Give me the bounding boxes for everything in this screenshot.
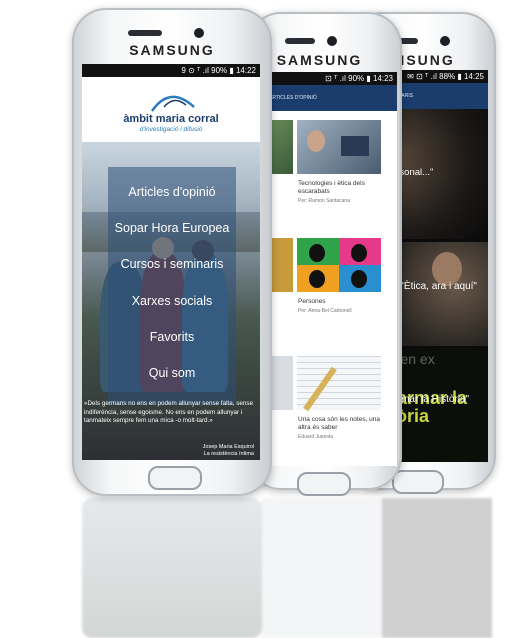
article-thumbnail: [297, 120, 381, 174]
status-bar: ⊡ ᵀ .ıl 90% ▮ 14:23: [263, 72, 397, 85]
article-author: Eduard Juanola: [298, 434, 334, 440]
menu-item-social[interactable]: Xarxes socials: [108, 294, 236, 308]
menu-item-dinner[interactable]: Sopar Hora Europea: [108, 221, 236, 235]
phone-brand: SAMSUNG: [129, 42, 215, 58]
quote-attribution: Josep Maria Esquirol La resistència ínti…: [203, 444, 254, 458]
quote-source: La resistència íntima: [203, 451, 254, 457]
article-thumbnail: [297, 238, 381, 292]
menu-item-about[interactable]: Qui som: [108, 366, 236, 380]
article-author: Per: Anna-Bel Carbonell: [298, 308, 352, 314]
front-camera: [440, 36, 450, 46]
article-title: Tecnologies i ètica dels escarabats: [298, 180, 365, 195]
menu-item-articles[interactable]: Articles d'opinió: [108, 185, 236, 199]
article-card[interactable]: Una cosa són les notes, una altra és sab…: [263, 352, 397, 464]
logo-name: àmbit maria corral: [123, 113, 219, 125]
front-camera: [327, 36, 337, 46]
speaker-grille: [285, 38, 315, 44]
app-logo: àmbit maria corral d'investigació i difu…: [82, 77, 260, 142]
front-camera: [194, 28, 204, 38]
logo-swoosh-icon: [150, 95, 195, 112]
home-button[interactable]: [392, 470, 444, 494]
article-title: Persones: [298, 298, 326, 305]
article-card[interactable]: Persones Per: Anna-Bel Carbonell: [263, 234, 397, 346]
article-thumbnail: [297, 356, 381, 412]
logo-tagline: d'investigació i difusió: [139, 126, 203, 133]
article-card[interactable]: Tecnologies i ètica dels escarabats Per:…: [263, 116, 397, 228]
featured-quote: «Dels germans no ens en podem allunyar s…: [84, 400, 254, 424]
home-button[interactable]: [148, 466, 202, 490]
articles-screen: ⊡ ᵀ .ıl 90% ▮ 14:23 ARTICLES D'OPINIÓ Te…: [263, 72, 397, 466]
speaker-grille: [128, 30, 162, 36]
main-menu: Articles d'opinió Sopar Hora Europea Cur…: [108, 167, 236, 405]
quote-author: Josep Maria Esquirol: [202, 444, 254, 450]
menu-item-favorites[interactable]: Favorits: [108, 330, 236, 344]
phone-home: SAMSUNG 9 ⊙ ᵀ .ıl 90% ▮ 14:22 àmbit mari…: [72, 8, 272, 496]
home-button[interactable]: [297, 472, 351, 496]
menu-item-courses[interactable]: Cursos i seminaris: [108, 257, 236, 271]
status-bar: 9 ⊙ ᵀ .ıl 90% ▮ 14:22: [82, 64, 260, 77]
article-author: Per: Ramon Santacana: [298, 198, 350, 204]
promo-stage: SAMSUNG ✉ ⊡ ᵀ .ıl 88% ▮ 14:25 CURSOS I S…: [0, 0, 505, 638]
article-title: Una cosa són les notes, una altra és sab…: [298, 416, 381, 431]
app-bar-title: ARTICLES D'OPINIÓ: [263, 85, 397, 111]
home-screen: 9 ⊙ ᵀ .ıl 90% ▮ 14:22 àmbit maria corral…: [82, 64, 260, 460]
phone-reflection: [62, 498, 492, 638]
